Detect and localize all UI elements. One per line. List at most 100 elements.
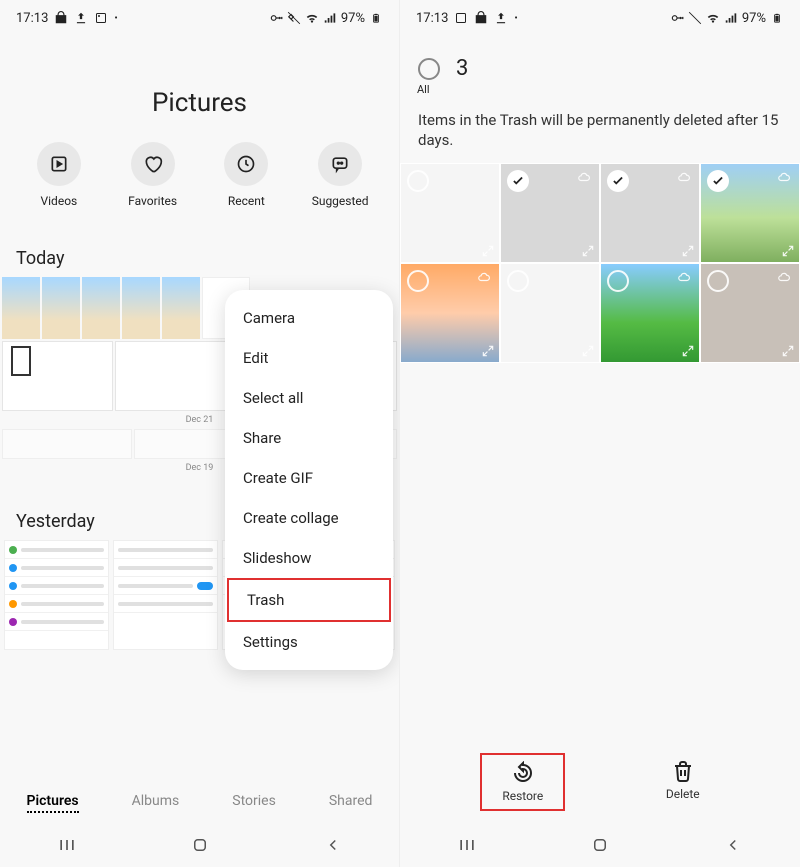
- chat-icon: [330, 154, 350, 174]
- cloud-icon: [575, 170, 593, 184]
- vibrate-icon: [688, 11, 702, 25]
- trash-item[interactable]: [400, 163, 500, 263]
- restore-button[interactable]: Restore: [480, 753, 565, 811]
- checkmark-icon[interactable]: [607, 170, 629, 192]
- menu-trash[interactable]: Trash: [227, 578, 391, 622]
- all-label: All: [417, 83, 800, 96]
- phone-right-trash: 17:13 • 97% 3 All Items in the Trash: [400, 0, 800, 867]
- expand-icon: [681, 344, 695, 358]
- signal-icon: [323, 11, 337, 25]
- action-label: Delete: [666, 787, 700, 801]
- nav-home-icon[interactable]: [189, 834, 211, 856]
- heart-icon: [143, 154, 163, 174]
- expand-icon: [481, 344, 495, 358]
- shopping-icon: [54, 11, 68, 25]
- nav-back-icon[interactable]: [322, 834, 344, 856]
- battery-icon: [770, 11, 784, 25]
- checkmark-icon[interactable]: [707, 170, 729, 192]
- status-dot: •: [114, 13, 117, 24]
- play-icon: [49, 154, 69, 174]
- cloud-icon: [475, 270, 493, 284]
- quick-label: Favorites: [128, 194, 177, 208]
- trash-item[interactable]: [600, 163, 700, 263]
- tab-shared[interactable]: Shared: [329, 793, 373, 813]
- delete-button[interactable]: Delete: [646, 753, 720, 811]
- overflow-menu: Camera Edit Select all Share Create GIF …: [225, 290, 393, 670]
- select-circle[interactable]: [607, 270, 629, 292]
- bottom-tabs: Pictures Albums Stories Shared: [0, 783, 399, 823]
- select-circle[interactable]: [707, 270, 729, 292]
- menu-select-all[interactable]: Select all: [225, 378, 393, 418]
- nav-recents-icon[interactable]: [56, 834, 78, 856]
- tab-stories[interactable]: Stories: [232, 793, 276, 813]
- page-title: Pictures: [0, 88, 399, 118]
- menu-settings[interactable]: Settings: [225, 622, 393, 662]
- quick-label: Recent: [228, 194, 265, 208]
- select-all-checkbox[interactable]: [418, 58, 440, 80]
- nav-home-icon[interactable]: [589, 834, 611, 856]
- trash-item[interactable]: [600, 263, 700, 363]
- expand-icon: [781, 244, 795, 258]
- image-icon: [94, 11, 108, 25]
- tab-albums[interactable]: Albums: [132, 793, 180, 813]
- selection-count: 3: [456, 56, 468, 81]
- battery-icon: [369, 11, 383, 25]
- status-bar: 17:13 • 97%: [0, 0, 399, 36]
- trash-icon: [671, 759, 695, 783]
- trash-item[interactable]: [700, 263, 800, 363]
- quick-label: Videos: [41, 194, 78, 208]
- section-today: Today: [0, 248, 399, 269]
- tab-pictures[interactable]: Pictures: [27, 793, 79, 813]
- shopping-icon: [474, 11, 488, 25]
- menu-create-gif[interactable]: Create GIF: [225, 458, 393, 498]
- select-circle[interactable]: [507, 270, 529, 292]
- restore-icon: [511, 761, 535, 785]
- menu-camera[interactable]: Camera: [225, 298, 393, 338]
- nav-bar: [400, 823, 800, 867]
- wifi-icon: [706, 11, 720, 25]
- trash-header: 3: [400, 36, 800, 85]
- trash-item[interactable]: [400, 263, 500, 363]
- clock-icon: [236, 154, 256, 174]
- expand-icon: [581, 244, 595, 258]
- wifi-icon: [305, 11, 319, 25]
- trash-item[interactable]: [500, 163, 600, 263]
- image-icon: [454, 11, 468, 25]
- vibrate-icon: [287, 11, 301, 25]
- nav-recents-icon[interactable]: [456, 834, 478, 856]
- expand-icon: [781, 344, 795, 358]
- upload-icon: [494, 11, 508, 25]
- cloud-icon: [675, 170, 693, 184]
- cloud-icon: [675, 270, 693, 284]
- expand-icon: [481, 244, 495, 258]
- status-time: 17:13: [416, 11, 448, 26]
- quick-access-row: Videos Favorites Recent Suggested: [0, 142, 399, 208]
- quick-videos[interactable]: Videos: [19, 142, 99, 208]
- menu-slideshow[interactable]: Slideshow: [225, 538, 393, 578]
- menu-create-collage[interactable]: Create collage: [225, 498, 393, 538]
- select-circle[interactable]: [407, 270, 429, 292]
- trash-item[interactable]: [700, 163, 800, 263]
- checkmark-icon[interactable]: [507, 170, 529, 192]
- trash-grid: [400, 163, 800, 363]
- vpn-icon: [269, 11, 283, 25]
- vpn-icon: [670, 11, 684, 25]
- trash-item[interactable]: [500, 263, 600, 363]
- status-dot: •: [514, 13, 517, 24]
- battery-percent: 97%: [742, 11, 766, 26]
- menu-edit[interactable]: Edit: [225, 338, 393, 378]
- nav-back-icon[interactable]: [722, 834, 744, 856]
- signal-icon: [724, 11, 738, 25]
- action-label: Restore: [502, 789, 543, 803]
- cloud-icon: [775, 270, 793, 284]
- nav-bar: [0, 823, 399, 867]
- quick-suggested[interactable]: Suggested: [300, 142, 380, 208]
- quick-recent[interactable]: Recent: [206, 142, 286, 208]
- menu-share[interactable]: Share: [225, 418, 393, 458]
- cloud-icon: [775, 170, 793, 184]
- status-time: 17:13: [16, 11, 48, 26]
- quick-favorites[interactable]: Favorites: [113, 142, 193, 208]
- expand-icon: [581, 344, 595, 358]
- quick-label: Suggested: [312, 194, 369, 208]
- select-circle[interactable]: [407, 170, 429, 192]
